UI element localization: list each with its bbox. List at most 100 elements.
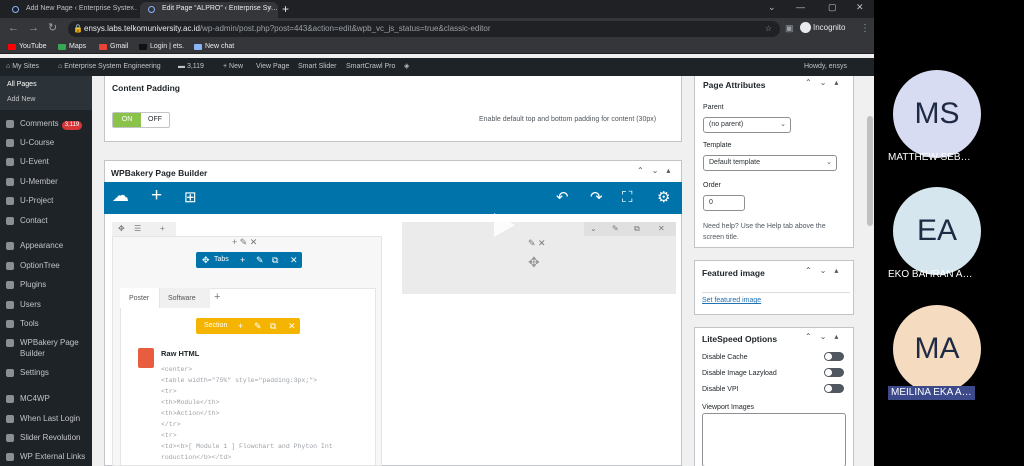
delete-tabs-icon[interactable]: ✕ xyxy=(290,252,298,268)
delete-row-icon[interactable]: ✕ xyxy=(658,222,665,236)
sidebar-item-u-member[interactable]: U-Member xyxy=(6,176,92,187)
sidebar-item-mc4wp[interactable]: MC4WP xyxy=(6,393,92,404)
back-icon[interactable]: ← xyxy=(8,22,19,35)
sidebar-item-wp-external-links[interactable]: WP External Links xyxy=(6,451,92,462)
parent-select[interactable]: (no parent) ⌄ xyxy=(703,117,791,133)
sidebar-item-plugins[interactable]: Plugins xyxy=(6,279,92,290)
move-row-icon[interactable]: ✥ xyxy=(118,222,125,236)
templates-icon[interactable]: ⊞ xyxy=(184,190,197,205)
howdy-account-link[interactable]: Howdy, ensys xyxy=(804,58,847,76)
delete-section-icon[interactable]: ✕ xyxy=(288,318,296,334)
new-content-link[interactable]: + New xyxy=(223,58,243,76)
disable-cache-switch[interactable] xyxy=(824,352,844,361)
smartcrawl-icon[interactable]: ◈ xyxy=(404,58,409,76)
sidebar-item-contact[interactable]: Contact xyxy=(6,215,92,226)
sidebar-item-u-course[interactable]: U-Course xyxy=(6,137,92,148)
tab-edit-page[interactable]: Edit Page “ALPRO” ‹ Enterprise Sy… × xyxy=(140,2,278,18)
content-padding-toggle[interactable]: ON OFF xyxy=(112,112,170,128)
maximize-icon[interactable]: ▢ xyxy=(828,2,837,13)
sidebar-item-u-event[interactable]: U-Event xyxy=(6,156,92,167)
close-tab-icon[interactable]: × xyxy=(268,2,272,16)
tab-poster[interactable]: Poster xyxy=(120,288,160,308)
incognito-indicator[interactable]: Incognito xyxy=(800,22,845,33)
my-sites-link[interactable]: ⌂ My Sites xyxy=(6,58,39,76)
sidebar-item-tools[interactable]: Tools xyxy=(6,318,92,329)
row-layout-icon[interactable]: ☰ xyxy=(134,222,141,236)
sidebar-item-comments[interactable]: Comments 3,119 xyxy=(6,118,92,130)
featured-image-controls[interactable]: ⌃⌄▴ xyxy=(805,266,846,275)
sidebar-item-optiontree[interactable]: OptionTree xyxy=(6,260,92,271)
comments-link[interactable]: ▬ 3,119 xyxy=(178,58,204,76)
disable-lazyload-switch[interactable] xyxy=(824,368,844,377)
tab-software[interactable]: Software xyxy=(160,288,210,308)
bookmark-login[interactable]: Login | ets. xyxy=(139,41,184,53)
sidebar-item-appearance[interactable]: Appearance xyxy=(6,240,92,251)
browser-menu-icon[interactable]: ⋮ xyxy=(860,22,870,35)
add-section-icon[interactable]: + xyxy=(238,318,243,334)
set-featured-image-link[interactable]: Set featured image xyxy=(702,297,761,304)
toggle-on[interactable]: ON xyxy=(113,113,141,127)
close-tab-icon[interactable]: × xyxy=(130,2,134,16)
sidebar-item-u-project[interactable]: U-Project xyxy=(6,195,92,206)
page-attributes-controls[interactable]: ⌃⌄▴ xyxy=(805,78,846,87)
close-window-icon[interactable]: ✕ xyxy=(856,2,864,13)
toggle-off[interactable]: OFF xyxy=(141,113,169,127)
forward-icon[interactable]: → xyxy=(28,22,39,35)
tabs-element-controls[interactable]: ✥ Tabs + ✎ ⧉ ✕ xyxy=(196,252,302,268)
new-tab-button[interactable]: + xyxy=(282,2,289,16)
scrollbar-thumb[interactable] xyxy=(867,116,873,226)
edit-tabs-icon[interactable]: ✎ xyxy=(256,252,264,268)
sidebar-item-users[interactable]: Users xyxy=(6,299,92,310)
litespeed-controls[interactable]: ⌃⌄▴ xyxy=(805,332,846,341)
settings-gear-icon[interactable]: ⚙ xyxy=(657,190,670,205)
template-select[interactable]: Default template ⌄ xyxy=(703,155,837,171)
add-element-cursor-icon[interactable]: ✥ xyxy=(528,254,540,271)
edit-section-icon[interactable]: ✎ xyxy=(254,318,262,334)
viewport-images-textarea[interactable] xyxy=(702,413,846,466)
add-tab-plus-icon[interactable]: + xyxy=(214,291,220,303)
submenu-all-pages[interactable]: All Pages xyxy=(7,81,37,88)
add-column-icon[interactable]: + xyxy=(160,222,165,236)
sidebar-item-wpbakery[interactable]: WPBakery Page Builder xyxy=(6,337,86,359)
clone-tabs-icon[interactable]: ⧉ xyxy=(272,252,278,268)
wpbakery-logo-icon[interactable]: ☁ xyxy=(112,187,129,204)
smart-slider-link[interactable]: Smart Slider xyxy=(298,58,337,76)
url-host: ensys.labs.telkomuniversity.ac.id xyxy=(84,24,200,33)
bookmark-youtube[interactable]: YouTube xyxy=(8,41,47,53)
row-dropdown-icon[interactable]: ⌄ xyxy=(590,222,597,236)
fullscreen-icon[interactable]: ⛶ xyxy=(622,190,633,205)
page-scrollbar[interactable] xyxy=(866,76,874,466)
column-controls[interactable]: + ✎ ✕ xyxy=(232,237,257,248)
smartcrawl-link[interactable]: SmartCrawl Pro xyxy=(346,58,395,76)
sidebar-item-slider-revolution[interactable]: Slider Revolution xyxy=(6,432,92,443)
add-element-icon[interactable]: + xyxy=(151,186,162,205)
site-name-link[interactable]: ⌂ Enterprise System Engineering xyxy=(58,58,161,76)
submenu-add-new[interactable]: Add New xyxy=(7,96,35,103)
clone-row-icon[interactable]: ⧉ xyxy=(634,222,640,236)
raw-html-code-line: <tr> xyxy=(161,432,177,439)
sidebar-toggle-icon[interactable]: ▣ xyxy=(785,22,794,35)
undo-icon[interactable]: ↶ xyxy=(556,190,569,205)
move-icon[interactable]: ✥ xyxy=(202,252,210,268)
edit-row-icon[interactable]: ✎ xyxy=(612,222,619,236)
tab-search-icon[interactable]: ⌄ xyxy=(768,2,776,13)
redo-icon[interactable]: ↷ xyxy=(590,190,603,205)
order-input[interactable]: 0 xyxy=(703,195,745,211)
bookmark-star-icon[interactable]: ☆ xyxy=(765,21,772,37)
bookmark-new-chat[interactable]: New chat xyxy=(194,41,234,53)
view-page-link[interactable]: View Page xyxy=(256,58,289,76)
reload-icon[interactable]: ↻ xyxy=(48,22,57,35)
minimize-icon[interactable]: — xyxy=(796,2,805,12)
bookmark-maps[interactable]: Maps xyxy=(58,41,86,53)
wpbakery-box-controls[interactable]: ⌃⌄▴ xyxy=(637,166,678,175)
address-bar[interactable]: 🔒 ensys.labs.telkomuniversity.ac.id/wp-a… xyxy=(68,21,780,37)
section-element-controls[interactable]: Section + ✎ ⧉ ✕ xyxy=(196,318,300,334)
clone-section-icon[interactable]: ⧉ xyxy=(270,318,276,334)
disable-vpi-switch[interactable] xyxy=(824,384,844,393)
sidebar-item-when-last-login[interactable]: When Last Login xyxy=(6,413,92,424)
add-tab-icon[interactable]: + xyxy=(240,252,245,268)
bookmark-gmail[interactable]: Gmail xyxy=(99,41,128,53)
tab-add-new-page[interactable]: Add New Page ‹ Enterprise Syste… × xyxy=(4,2,140,18)
sidebar-item-settings[interactable]: Settings xyxy=(6,367,92,378)
right-column-controls[interactable]: ✎ ✕ xyxy=(528,238,546,249)
